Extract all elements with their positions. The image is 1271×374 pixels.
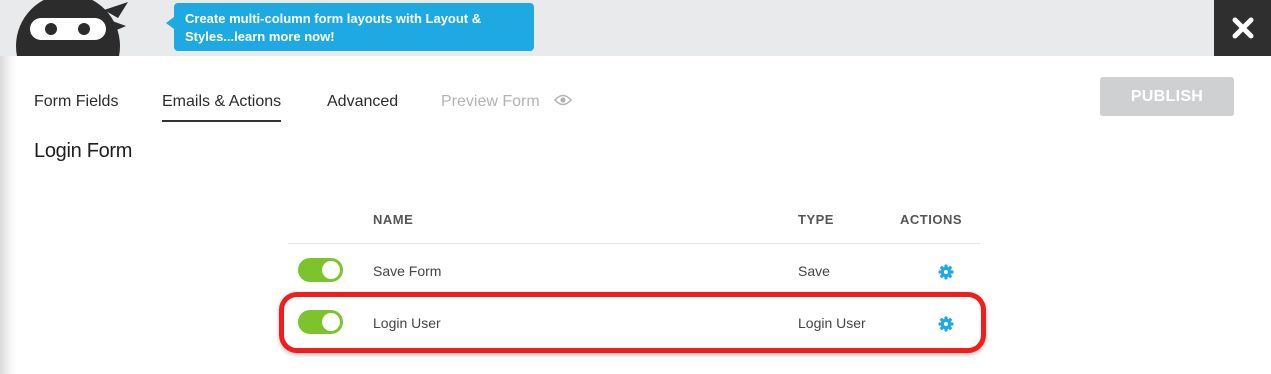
page-title: Login Form xyxy=(34,140,133,162)
column-header-actions: ACTIONS xyxy=(900,212,962,227)
close-icon xyxy=(1232,17,1253,39)
tab-emails-actions[interactable]: Emails & Actions xyxy=(162,90,282,122)
actions-table: NAME TYPE ACTIONS Save Form Save Login U… xyxy=(288,200,980,348)
tab-advanced[interactable]: Advanced xyxy=(327,90,398,120)
publish-button[interactable]: PUBLISH xyxy=(1100,77,1234,116)
tab-form-fields-label: Form Fields xyxy=(34,93,119,110)
ninja-logo-icon xyxy=(0,0,140,98)
promo-tooltip[interactable]: Create multi-column form layouts with La… xyxy=(166,3,534,51)
tab-preview-form[interactable]: Preview Form xyxy=(441,90,573,120)
close-button[interactable] xyxy=(1214,0,1271,56)
action-enabled-toggle[interactable] xyxy=(298,310,343,334)
action-enabled-toggle[interactable] xyxy=(298,258,343,282)
tab-form-fields[interactable]: Form Fields xyxy=(34,90,118,120)
promo-tooltip-text: Create multi-column form layouts with La… xyxy=(185,11,482,44)
table-row: Save Form Save xyxy=(288,244,980,296)
tab-emails-actions-label: Emails & Actions xyxy=(162,93,282,110)
gear-icon[interactable] xyxy=(938,316,954,332)
action-type: Login User xyxy=(798,315,866,331)
top-banner: Create multi-column form layouts with La… xyxy=(0,0,1271,98)
publish-button-label: PUBLISH xyxy=(1130,87,1204,105)
tab-advanced-label: Advanced xyxy=(327,93,399,110)
eye-icon xyxy=(554,94,573,106)
toggle-knob xyxy=(322,261,340,279)
left-edge-shadow xyxy=(0,56,16,374)
toggle-knob xyxy=(322,313,340,331)
table-row: Login User Login User xyxy=(288,296,980,348)
gear-icon[interactable] xyxy=(938,264,954,280)
action-name: Save Form xyxy=(373,263,442,279)
table-header: NAME TYPE ACTIONS xyxy=(288,200,980,244)
action-type: Save xyxy=(798,263,830,279)
tab-preview-form-label: Preview Form xyxy=(441,93,540,110)
action-name: Login User xyxy=(373,315,441,331)
column-header-type: TYPE xyxy=(798,212,834,227)
column-header-name: NAME xyxy=(373,212,414,227)
